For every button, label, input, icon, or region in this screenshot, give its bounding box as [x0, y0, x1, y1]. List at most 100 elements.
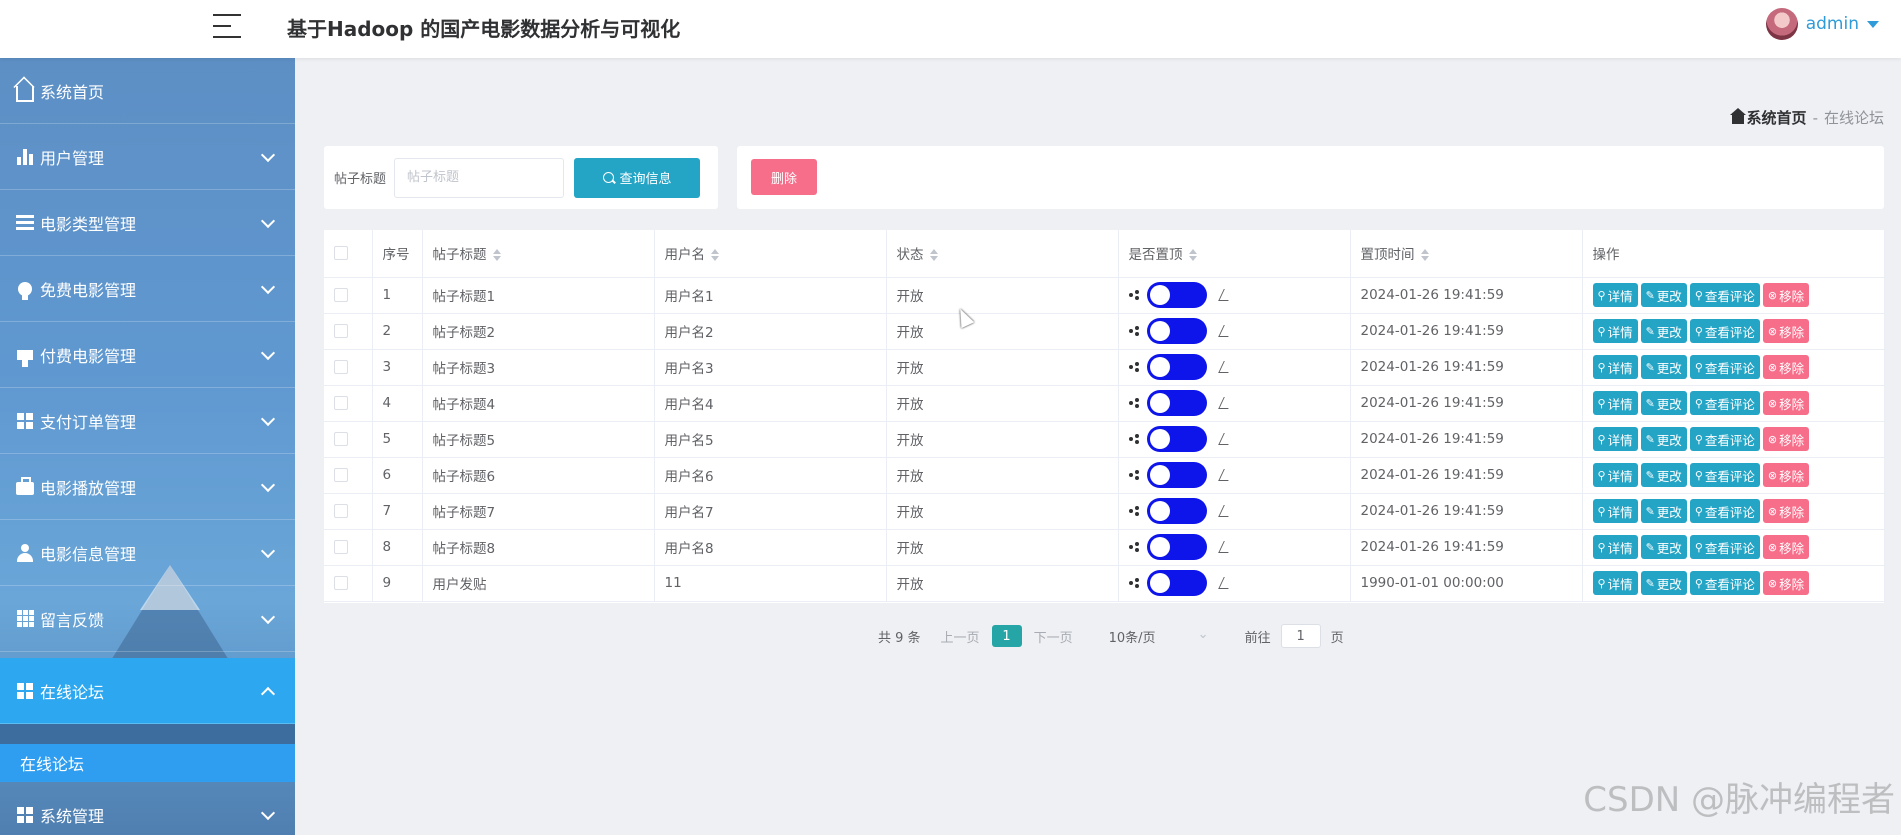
share-icon[interactable] [1128, 506, 1139, 516]
edit-icon[interactable] [1217, 541, 1234, 553]
detail-button[interactable]: ⚲ 详情 [1592, 427, 1638, 451]
menu-toggle-icon[interactable] [213, 14, 241, 40]
share-icon[interactable] [1128, 542, 1139, 552]
detail-button[interactable]: ⚲ 详情 [1592, 571, 1638, 595]
share-icon[interactable] [1128, 326, 1139, 336]
edit-icon[interactable] [1217, 505, 1234, 517]
caret-down-icon[interactable] [1867, 20, 1879, 28]
edit-button[interactable]: ✎ 更改 [1640, 391, 1687, 415]
detail-button[interactable]: ⚲ 详情 [1592, 355, 1638, 379]
share-icon[interactable] [1128, 398, 1139, 408]
sidebar-item-playback[interactable]: 电影播放管理 [0, 454, 295, 520]
detail-button[interactable]: ⚲ 详情 [1592, 319, 1638, 343]
sidebar-item-home[interactable]: 系统首页 [0, 58, 295, 124]
sidebar-item-movie-types[interactable]: 电影类型管理 [0, 190, 295, 256]
pin-toggle-switch[interactable] [1146, 462, 1207, 488]
detail-button[interactable]: ⚲ 详情 [1592, 283, 1638, 307]
detail-button[interactable]: ⚲ 详情 [1592, 463, 1638, 487]
sidebar-item-movie-info[interactable]: 电影信息管理 [0, 520, 295, 586]
edit-icon[interactable] [1217, 469, 1234, 481]
remove-button[interactable]: ⊗ 移除 [1762, 463, 1810, 487]
page-size-select[interactable]: 10条/页 ⌄ [1109, 627, 1209, 646]
avatar[interactable] [1765, 8, 1798, 40]
sidebar-item-feedback[interactable]: 留言反馈 [0, 586, 295, 652]
edit-icon[interactable] [1217, 289, 1234, 301]
user-menu[interactable]: admin [1765, 8, 1879, 40]
row-checkbox[interactable] [334, 540, 348, 554]
pin-toggle-switch[interactable] [1146, 498, 1207, 524]
view-comments-button[interactable]: ⚲ 查看评论 [1689, 571, 1760, 595]
column-header-user[interactable]: 用户名 [654, 230, 887, 278]
search-input[interactable] [394, 157, 565, 198]
select-all-checkbox[interactable] [334, 246, 348, 261]
column-header-pin-time[interactable]: 置顶时间 [1350, 230, 1583, 278]
sort-icon[interactable] [1188, 249, 1197, 262]
sort-icon[interactable] [1420, 249, 1429, 262]
view-comments-button[interactable]: ⚲ 查看评论 [1689, 463, 1760, 487]
edit-icon[interactable] [1217, 361, 1234, 373]
sidebar-item-free-movies[interactable]: 免费电影管理 [0, 256, 295, 322]
sidebar-item-forum[interactable]: 在线论坛 [0, 658, 295, 724]
remove-button[interactable]: ⊗ 移除 [1762, 427, 1810, 451]
pin-toggle-switch[interactable] [1146, 318, 1207, 344]
delete-button[interactable]: 删除 [751, 159, 817, 195]
row-checkbox[interactable] [334, 468, 348, 482]
user-name[interactable]: admin [1806, 14, 1859, 34]
search-button[interactable]: 查询信息 [574, 157, 701, 198]
edit-icon[interactable] [1217, 325, 1234, 337]
prev-page-button[interactable]: 上一页 [941, 627, 980, 646]
row-checkbox[interactable] [334, 432, 348, 446]
view-comments-button[interactable]: ⚲ 查看评论 [1689, 427, 1760, 451]
page-number-button[interactable]: 1 [991, 625, 1022, 647]
row-checkbox[interactable] [334, 288, 348, 302]
edit-button[interactable]: ✎ 更改 [1640, 499, 1687, 523]
sidebar-item-orders[interactable]: 支付订单管理 [0, 388, 295, 454]
pin-toggle-switch[interactable] [1146, 534, 1207, 560]
edit-button[interactable]: ✎ 更改 [1640, 319, 1687, 343]
view-comments-button[interactable]: ⚲ 查看评论 [1689, 499, 1760, 523]
view-comments-button[interactable]: ⚲ 查看评论 [1689, 535, 1760, 559]
edit-button[interactable]: ✎ 更改 [1640, 427, 1687, 451]
view-comments-button[interactable]: ⚲ 查看评论 [1689, 391, 1760, 415]
share-icon[interactable] [1128, 362, 1139, 372]
edit-button[interactable]: ✎ 更改 [1640, 571, 1687, 595]
detail-button[interactable]: ⚲ 详情 [1592, 499, 1638, 523]
edit-icon[interactable] [1217, 577, 1234, 589]
sidebar-item-system[interactable]: 系统管理 [0, 782, 295, 835]
remove-button[interactable]: ⊗ 移除 [1762, 571, 1810, 595]
pin-toggle-switch[interactable] [1146, 426, 1207, 452]
remove-button[interactable]: ⊗ 移除 [1762, 355, 1810, 379]
sort-icon[interactable] [492, 249, 501, 262]
share-icon[interactable] [1128, 434, 1139, 444]
remove-button[interactable]: ⊗ 移除 [1762, 283, 1810, 307]
edit-button[interactable]: ✎ 更改 [1640, 355, 1687, 379]
share-icon[interactable] [1128, 578, 1139, 588]
sort-icon[interactable] [711, 249, 719, 262]
share-icon[interactable] [1128, 290, 1139, 300]
sidebar-subitem-forum[interactable]: 在线论坛 [0, 744, 295, 782]
sort-icon[interactable] [929, 249, 938, 262]
detail-button[interactable]: ⚲ 详情 [1592, 535, 1638, 559]
view-comments-button[interactable]: ⚲ 查看评论 [1689, 319, 1760, 343]
pin-toggle-switch[interactable] [1146, 570, 1207, 596]
edit-button[interactable]: ✎ 更改 [1640, 283, 1687, 307]
view-comments-button[interactable]: ⚲ 查看评论 [1689, 283, 1760, 307]
sidebar-item-users[interactable]: 用户管理 [0, 124, 295, 190]
pin-toggle-switch[interactable] [1146, 390, 1207, 416]
column-header-pinned[interactable]: 是否置顶 [1118, 230, 1351, 278]
remove-button[interactable]: ⊗ 移除 [1762, 319, 1810, 343]
remove-button[interactable]: ⊗ 移除 [1762, 499, 1810, 523]
breadcrumb-home[interactable]: 系统首页 [1729, 107, 1807, 128]
pin-toggle-switch[interactable] [1146, 354, 1207, 380]
row-checkbox[interactable] [334, 504, 348, 518]
breadcrumb-home-label[interactable]: 系统首页 [1747, 107, 1807, 128]
row-checkbox[interactable] [334, 324, 348, 338]
row-checkbox[interactable] [334, 396, 348, 410]
column-header-status[interactable]: 状态 [886, 230, 1119, 278]
pin-toggle-switch[interactable] [1146, 282, 1207, 308]
share-icon[interactable] [1128, 470, 1139, 480]
remove-button[interactable]: ⊗ 移除 [1762, 535, 1810, 559]
edit-button[interactable]: ✎ 更改 [1640, 535, 1687, 559]
next-page-button[interactable]: 下一页 [1034, 627, 1073, 646]
row-checkbox[interactable] [334, 576, 348, 590]
